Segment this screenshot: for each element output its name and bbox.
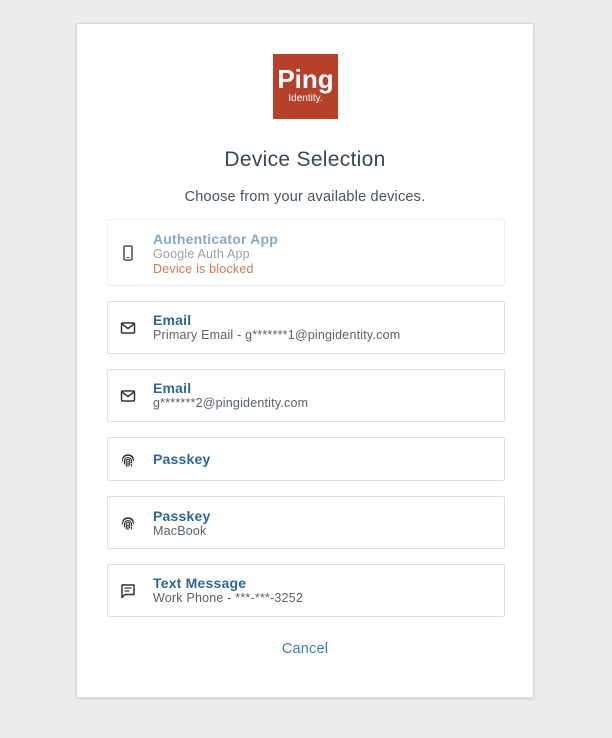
device-detail: Primary Email - g*******1@pingidentity.c… (153, 328, 401, 342)
device-name: Passkey (153, 451, 211, 467)
ping-identity-logo: Ping Identity. (273, 54, 338, 119)
device-authenticator-app: Authenticator App Google Auth App Device… (107, 219, 505, 286)
device-email-primary[interactable]: Email Primary Email - g*******1@pingiden… (107, 301, 505, 354)
page-subtitle: Choose from your available devices. (184, 189, 426, 205)
device-passkey[interactable]: Passkey (107, 437, 505, 481)
logo-text: Ping (277, 64, 334, 94)
device-blocked-status: Device is blocked (153, 262, 254, 276)
message-icon (120, 583, 136, 599)
fingerprint-icon (120, 452, 136, 468)
device-detail: Google Auth App (153, 247, 250, 261)
device-selection-card: Ping Identity. Device Selection Choose f… (76, 23, 534, 698)
device-email-secondary[interactable]: Email g*******2@pingidentity.com (107, 369, 505, 422)
mail-icon (120, 388, 136, 404)
device-name: Authenticator App (153, 231, 278, 247)
device-name: Text Message (153, 575, 247, 591)
cancel-link[interactable]: Cancel (77, 641, 533, 657)
fingerprint-icon (120, 515, 136, 531)
device-name: Email (153, 380, 192, 396)
device-name: Email (153, 312, 192, 328)
device-text-message[interactable]: Text Message Work Phone - ***-***-3252 (107, 564, 505, 617)
device-detail: MacBook (153, 524, 207, 538)
mail-icon (120, 320, 136, 336)
logo-subtext: Identity. (288, 93, 323, 104)
device-passkey-macbook[interactable]: Passkey MacBook (107, 496, 505, 549)
device-detail: g*******2@pingidentity.com (153, 396, 309, 410)
phone-icon (120, 245, 136, 261)
page-title: Device Selection (224, 148, 386, 171)
device-name: Passkey (153, 508, 211, 524)
device-detail: Work Phone - ***-***-3252 (153, 591, 303, 605)
